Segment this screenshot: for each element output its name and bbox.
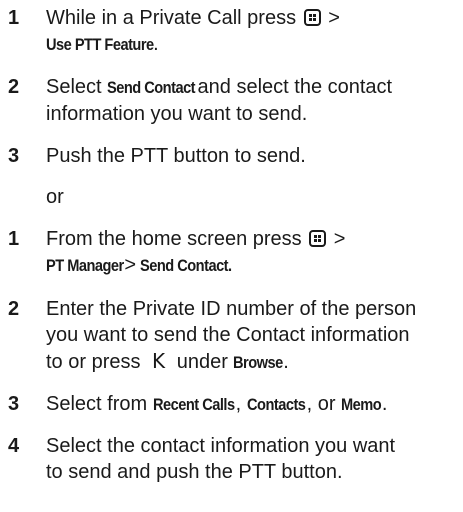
- step-a3-text: Push the PTT button to send.: [46, 145, 306, 167]
- step-number: 4: [8, 435, 20, 457]
- step-b2-line1: Enter the Private ID number of the perso…: [46, 298, 417, 320]
- step-b1-text: From the home screen press: [46, 228, 302, 250]
- period: .: [153, 33, 159, 55]
- step-b3-text: Select from: [46, 393, 148, 415]
- period: .: [381, 393, 388, 415]
- step-number: 2: [8, 298, 20, 320]
- step-text: From the home screen press > PT Manager>…: [46, 226, 456, 279]
- step-b4-line2: to send and push the PTT button.: [46, 461, 343, 483]
- step-text: Select the contact information you want …: [46, 433, 456, 485]
- left-softkey-icon: K: [152, 349, 166, 373]
- step-text: While in a Private Call press > Use PTT …: [46, 5, 456, 58]
- menu-item-contacts: Contacts: [246, 395, 306, 414]
- step-text: Select from Recent Calls, Contacts, or M…: [46, 391, 456, 418]
- step-number: 3: [8, 393, 20, 415]
- step-text: Select Send Contact and select the contac…: [46, 74, 456, 127]
- step-b2-line2: you want to send the Contact information: [46, 324, 410, 346]
- document-page: 1 While in a Private Call press > Use PT…: [0, 0, 463, 512]
- step-a2-text-rest: and select the contact: [197, 76, 393, 98]
- step-number: 1: [8, 228, 20, 250]
- menu-item-send-contact: Send Contact: [107, 78, 196, 97]
- step-b2-under: under: [176, 351, 228, 373]
- step-text: Enter the Private ID number of the perso…: [46, 296, 456, 376]
- step-b1-arrow: >: [333, 228, 346, 250]
- menu-item-send-contact: Send Contact.: [140, 256, 232, 275]
- step-a2-text: Select: [46, 76, 102, 98]
- period: .: [283, 351, 289, 373]
- menu-item-browse: Browse: [233, 353, 284, 372]
- menu-separator: >: [124, 254, 137, 276]
- menu-item-memo: Memo: [341, 395, 382, 414]
- menu-key-icon: [309, 230, 327, 247]
- step-b4-line1: Select the contact information you want: [46, 435, 396, 457]
- or-separator: or: [46, 186, 64, 208]
- step-b2-text: to or press: [46, 351, 141, 373]
- menu-key-icon: [303, 9, 321, 26]
- step-a2-line2: information you want to send.: [46, 103, 308, 125]
- menu-item-recent-calls: Recent Calls: [152, 395, 235, 414]
- comma-or: , or: [306, 393, 336, 415]
- step-a1-text: While in a Private Call press: [46, 7, 297, 29]
- step-number: 3: [8, 145, 20, 167]
- step-number: 2: [8, 76, 20, 98]
- menu-item-use-ptt-feature: Use PTT Feature: [46, 35, 154, 54]
- step-a1-arrow: >: [328, 7, 340, 29]
- step-number: 1: [8, 7, 20, 29]
- menu-item-pt-manager: PT Manager: [46, 256, 124, 275]
- comma: ,: [235, 393, 242, 415]
